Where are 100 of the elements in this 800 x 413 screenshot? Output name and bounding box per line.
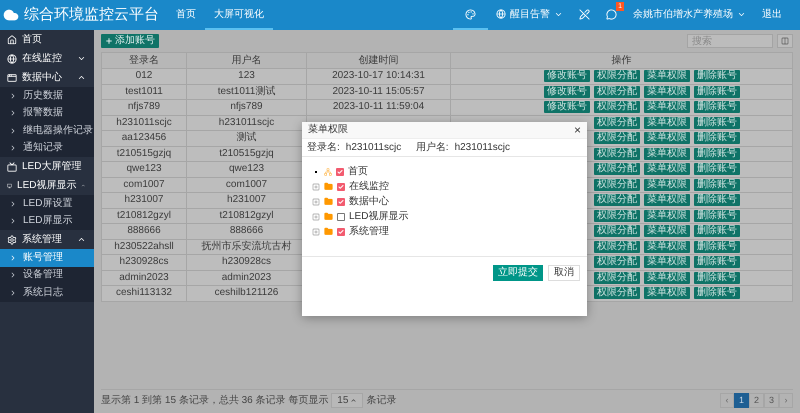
tree-label[interactable]: 数据中心: [349, 196, 389, 206]
action-button[interactable]: 修改账号: [544, 70, 590, 82]
submenu-item[interactable]: 设备管理: [0, 266, 94, 284]
action-button[interactable]: 删除账号: [694, 116, 740, 129]
tree-label[interactable]: LED视屏显示: [349, 212, 408, 222]
action-button[interactable]: 删除账号: [694, 287, 740, 300]
action-button[interactable]: 删除账号: [694, 70, 740, 82]
action-button[interactable]: 权限分配: [594, 210, 640, 222]
action-button[interactable]: 权限分配: [594, 240, 640, 253]
expand-icon[interactable]: [312, 212, 320, 220]
sidebar-item[interactable]: 系统管理: [0, 230, 94, 249]
action-button[interactable]: 删除账号: [694, 163, 740, 176]
expand-icon[interactable]: [312, 198, 320, 206]
action-button[interactable]: 删除账号: [694, 256, 740, 268]
tree-label[interactable]: 首页: [348, 166, 368, 176]
action-button[interactable]: 权限分配: [594, 86, 640, 98]
expand-icon[interactable]: [312, 228, 320, 236]
table-cell: 012: [102, 68, 186, 84]
account-menu[interactable]: 余姚市伯增水产养殖场: [625, 0, 754, 30]
action-button[interactable]: 删除账号: [694, 132, 740, 144]
submenu-item[interactable]: 账号管理: [0, 249, 94, 266]
submenu-item[interactable]: LED屏设置: [0, 195, 94, 212]
action-button[interactable]: 删除账号: [694, 272, 740, 284]
submenu-item[interactable]: LED屏显示: [0, 212, 94, 230]
checkbox[interactable]: [337, 228, 345, 236]
page-size-select[interactable]: 15: [331, 393, 364, 408]
action-button[interactable]: 修改账号: [544, 86, 590, 98]
previous-page-button[interactable]: ‹: [720, 393, 734, 408]
checkbox[interactable]: [337, 198, 345, 206]
action-button[interactable]: 删除账号: [694, 194, 740, 206]
action-button[interactable]: 删除账号: [694, 225, 740, 238]
action-button[interactable]: 权限分配: [594, 178, 640, 191]
submenu-item[interactable]: 继电器操作记录: [0, 122, 94, 140]
tree-label[interactable]: 系统管理: [349, 226, 389, 236]
page-button[interactable]: 3: [764, 393, 779, 408]
action-button[interactable]: 权限分配: [594, 225, 640, 238]
page-button[interactable]: 1: [734, 393, 749, 408]
action-button[interactable]: 权限分配: [594, 132, 640, 144]
action-button[interactable]: 权限分配: [594, 194, 640, 206]
sidebar-item[interactable]: 首页: [0, 30, 94, 49]
action-button[interactable]: 权限分配: [594, 116, 640, 129]
action-button[interactable]: 权限分配: [594, 148, 640, 160]
sidebar-item[interactable]: 数据中心: [0, 68, 94, 87]
action-button[interactable]: 菜单权限: [644, 178, 690, 191]
action-button[interactable]: 菜单权限: [644, 101, 690, 114]
folder-icon: [324, 182, 333, 191]
add-account-button[interactable]: 添加账号: [101, 34, 159, 48]
action-button[interactable]: 菜单权限: [644, 116, 690, 129]
action-button[interactable]: 菜单权限: [644, 256, 690, 268]
action-button[interactable]: 权限分配: [594, 256, 640, 268]
action-button[interactable]: 菜单权限: [644, 240, 690, 253]
globe-icon: [7, 54, 17, 64]
action-button[interactable]: 菜单权限: [644, 210, 690, 222]
action-button[interactable]: 菜单权限: [644, 225, 690, 238]
expand-icon[interactable]: [312, 182, 320, 190]
action-button[interactable]: 权限分配: [594, 101, 640, 114]
action-button[interactable]: 删除账号: [694, 178, 740, 191]
alarm-menu[interactable]: 醒目告警: [488, 0, 571, 30]
action-button[interactable]: 菜单权限: [644, 272, 690, 284]
submenu-item[interactable]: 历史数据: [0, 87, 94, 104]
action-button[interactable]: 菜单权限: [644, 287, 690, 300]
action-button[interactable]: 菜单权限: [644, 148, 690, 160]
action-button[interactable]: 菜单权限: [644, 163, 690, 176]
close-button[interactable]: ×: [574, 124, 581, 136]
action-button[interactable]: 权限分配: [594, 287, 640, 300]
submenu-item[interactable]: 系统日志: [0, 284, 94, 302]
columns-button[interactable]: [777, 34, 793, 48]
action-button[interactable]: 菜单权限: [644, 132, 690, 144]
action-button[interactable]: 删除账号: [694, 101, 740, 114]
next-page-button[interactable]: ›: [779, 393, 793, 408]
action-button[interactable]: 权限分配: [594, 272, 640, 284]
submit-button[interactable]: 立即提交: [493, 265, 543, 281]
checkbox[interactable]: [337, 182, 345, 190]
action-button[interactable]: 删除账号: [694, 86, 740, 98]
page-button[interactable]: 2: [749, 393, 764, 408]
submenu-item[interactable]: 报警数据: [0, 104, 94, 122]
column-header: 用户名: [186, 52, 306, 68]
logout-link[interactable]: 退出: [754, 0, 790, 30]
tree-label[interactable]: 在线监控: [349, 182, 389, 192]
submenu-item[interactable]: 通知记录: [0, 140, 94, 157]
folder-icon: [324, 227, 333, 236]
sidebar-item[interactable]: 在线监控: [0, 49, 94, 68]
columns-icon: [781, 37, 789, 45]
action-button[interactable]: 菜单权限: [644, 86, 690, 98]
cancel-button[interactable]: 取消: [548, 265, 580, 281]
sidebar-item[interactable]: LED大屏管理: [0, 157, 94, 176]
sidebar-item[interactable]: LED视屏显示: [0, 176, 94, 195]
table-cell: nfjs789: [102, 100, 186, 115]
table-cell: 2023-10-11 15:05:57: [332, 86, 425, 97]
action-button[interactable]: 权限分配: [594, 163, 640, 176]
checkbox[interactable]: [336, 168, 344, 176]
action-button[interactable]: 菜单权限: [644, 194, 690, 206]
action-button[interactable]: 修改账号: [544, 101, 590, 114]
action-button[interactable]: 权限分配: [594, 70, 640, 82]
action-button[interactable]: 菜单权限: [644, 70, 690, 82]
nav-tab[interactable]: 首页: [167, 0, 205, 30]
action-button[interactable]: 删除账号: [694, 148, 740, 160]
action-button[interactable]: 删除账号: [694, 240, 740, 253]
checkbox[interactable]: [337, 212, 345, 220]
action-button[interactable]: 删除账号: [694, 210, 740, 222]
